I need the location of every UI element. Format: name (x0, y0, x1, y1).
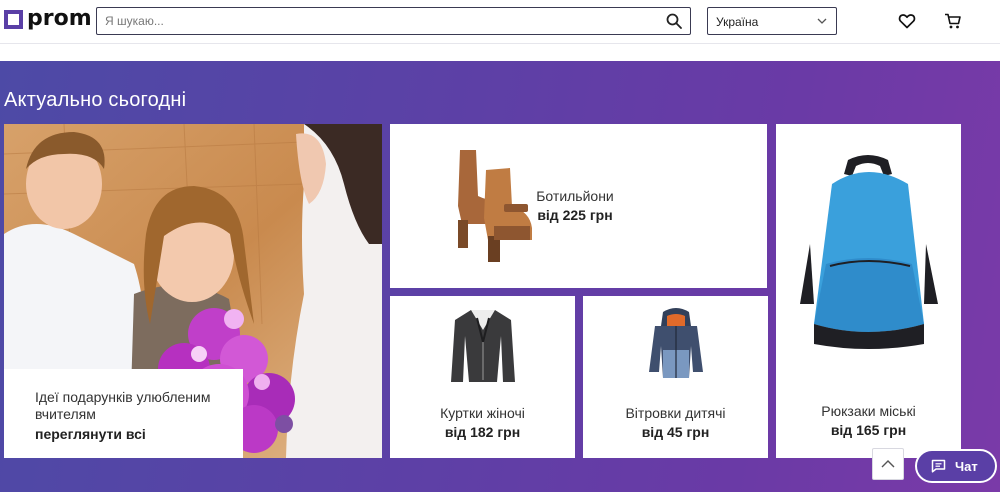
card-label: Рюкзаки міські (821, 403, 916, 419)
chat-label: Чат (955, 459, 978, 474)
logo-mark-icon (4, 9, 23, 29)
search-box (96, 7, 691, 35)
logo-text: prom (27, 6, 92, 31)
search-input[interactable] (97, 8, 652, 34)
leather-jacket-image (451, 310, 515, 382)
heart-icon[interactable] (898, 12, 916, 30)
site-header: prom Україна (0, 0, 1000, 44)
hero-caption-text: Ідеї подарунків улюбленим вчителям (35, 389, 211, 422)
promo-section: Актуально сьогодні Ідеї подарунків улюбл… (0, 61, 1000, 492)
prom-logo[interactable]: prom (4, 6, 92, 31)
card-price: від 225 грн (537, 207, 613, 223)
card-price: від 45 грн (641, 424, 710, 440)
card-label: Ботильйони (536, 188, 614, 204)
region-select[interactable]: Україна (707, 7, 837, 35)
card-price: від 182 грн (444, 424, 521, 440)
card-women-jackets[interactable]: Куртки жіночі від 182 грн (390, 296, 575, 458)
hero-caption: Ідеї подарунків улюбленим вчителям перег… (4, 369, 243, 458)
chat-button[interactable]: Чат (915, 449, 997, 483)
scroll-to-top-button[interactable] (872, 448, 904, 480)
cart-icon[interactable] (944, 12, 962, 30)
ankle-boots-image (458, 150, 532, 262)
card-label: Вітровки дитячі (625, 405, 726, 421)
hero-see-all-link[interactable]: переглянути всі (35, 426, 233, 442)
backpack-image (800, 155, 938, 349)
chevron-down-icon (817, 18, 827, 24)
card-kids-windbreakers[interactable]: Вітровки дитячі від 45 грн (583, 296, 768, 458)
card-label: Куртки жіночі (440, 405, 525, 421)
section-title: Актуально сьогодні (4, 89, 187, 111)
hero-tile-teachers-gifts[interactable]: Ідеї подарунків улюбленим вчителям перег… (4, 124, 382, 458)
chevron-up-icon (881, 460, 895, 468)
card-ankle-boots[interactable]: Ботильйони від 225 грн (390, 124, 767, 288)
card-city-backpacks[interactable]: Рюкзаки міські від 165 грн (776, 124, 961, 458)
search-icon[interactable] (666, 13, 682, 29)
region-value: Україна (716, 15, 759, 29)
card-price: від 165 грн (830, 422, 907, 438)
kids-windbreaker-image (649, 308, 703, 378)
chat-icon (931, 459, 946, 473)
